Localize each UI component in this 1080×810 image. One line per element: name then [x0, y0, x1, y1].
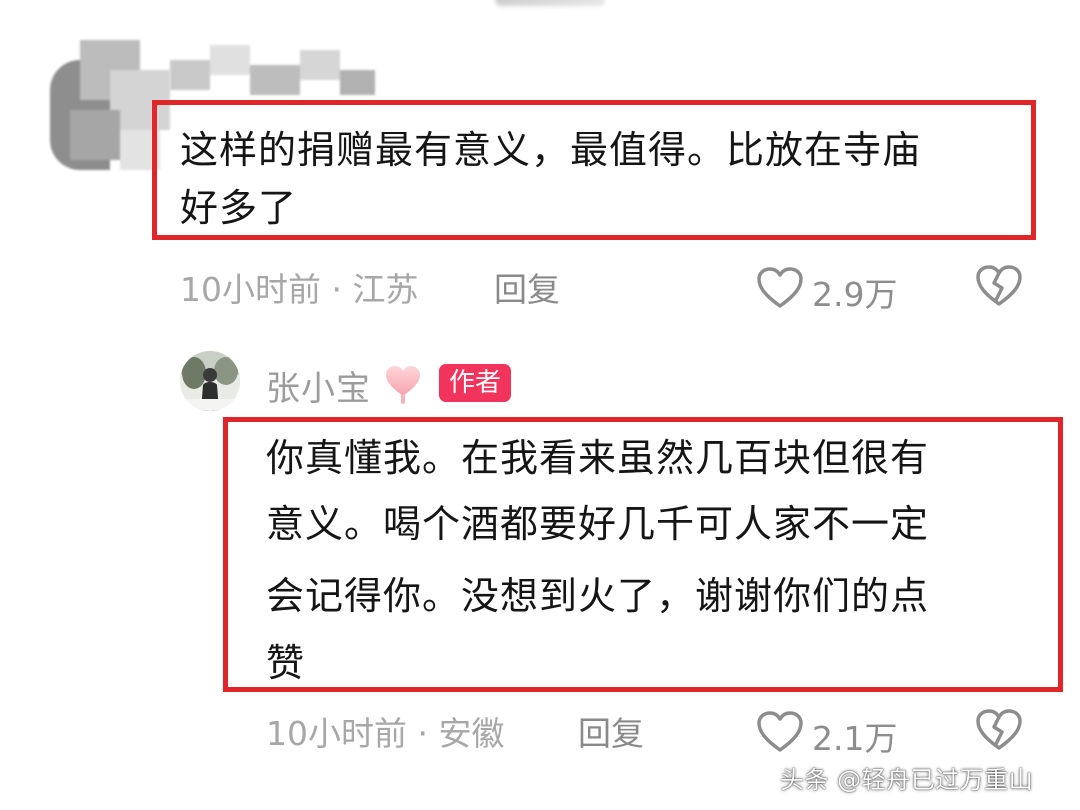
blurred-username[interactable]: [170, 40, 380, 100]
reply-text-line-3: 会记得你。没想到火了，谢谢你们的点: [266, 574, 930, 618]
comment-1-dislike-button[interactable]: [975, 264, 1023, 310]
comment-1-reply-button[interactable]: 回复: [494, 270, 560, 310]
reply-time: 10小时前: [266, 714, 407, 753]
comment-1-meta: 10小时前 · 江苏: [180, 270, 418, 310]
heart-icon: [757, 267, 803, 308]
reply-text-line-2: 意义。喝个酒都要好几千可人家不一定: [266, 502, 930, 546]
reply-dislike-button[interactable]: [975, 708, 1023, 754]
meta-separator: ·: [331, 270, 353, 309]
broken-heart-icon: [976, 265, 1022, 306]
broken-heart-icon: [976, 709, 1022, 750]
avatar-photo: [180, 351, 240, 411]
reply-text-line-4: 赞: [266, 641, 306, 685]
comment-1-location: 江苏: [352, 270, 419, 309]
blurred-header-text: [495, 0, 605, 6]
comment-1-text-line-2: 好多了: [180, 186, 298, 229]
watermark: 头条 @轻舟已过万重山: [780, 766, 1034, 794]
meta-separator: ·: [417, 714, 439, 753]
reply-like-button[interactable]: 2.1万: [756, 706, 916, 758]
comment-1-text-line-1: 这样的捐赠最有意义，最值得。比放在寺庙: [180, 128, 922, 172]
reply-reply-button[interactable]: 回复: [578, 714, 644, 754]
author-username[interactable]: 张小宝: [266, 361, 371, 410]
author-avatar[interactable]: [180, 351, 240, 411]
author-badge: 作者: [439, 364, 512, 402]
heart-icon: [757, 711, 803, 752]
comment-1-time: 10小时前: [180, 270, 321, 309]
reply-like-count: 2.1万: [812, 719, 898, 758]
reply-location: 安徽: [438, 714, 505, 753]
reply-meta: 10小时前 · 安徽: [266, 714, 504, 754]
reply-text-line-1: 你真懂我。在我看来虽然几百块但很有: [266, 436, 930, 480]
fan-heart-icon: [383, 364, 423, 406]
comment-1-like-count: 2.9万: [812, 275, 898, 314]
comment-1-like-button[interactable]: 2.9万: [756, 262, 916, 314]
